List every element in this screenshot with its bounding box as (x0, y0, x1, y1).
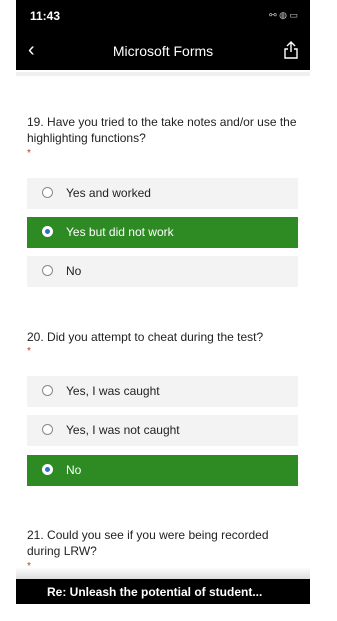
question-title: 19. Have you tried to the take notes and… (27, 114, 297, 146)
question-text: Did you attempt to cheat during the test… (47, 330, 264, 344)
question-title: 21. Could you see if you were being reco… (27, 527, 297, 559)
radio-button[interactable] (42, 385, 53, 396)
question-number: 21. (27, 528, 44, 542)
option-label: Yes, I was caught (66, 384, 160, 398)
option-label: No (66, 463, 82, 477)
required-marker: * (27, 346, 31, 357)
question-number: 19. (27, 115, 44, 129)
option-label: Yes and worked (66, 186, 151, 200)
app-title: Microsoft Forms (112, 43, 214, 59)
question-number: 20. (27, 330, 44, 344)
header-divider (16, 72, 310, 76)
option-no[interactable]: No (27, 256, 298, 287)
option-yes-and-worked[interactable]: Yes and worked (27, 178, 298, 209)
question-title: 20. Did you attempt to cheat during the … (27, 329, 297, 345)
notification-text: Re: Unleash the potential of student... (47, 585, 263, 599)
app-bar: ‹ Microsoft Forms (16, 32, 310, 70)
option-no[interactable]: No (27, 455, 298, 486)
radio-button[interactable] (42, 265, 53, 276)
status-bar: 11:43 ⚯ ◍ ▭ (16, 0, 310, 32)
status-indicators: ⚯ ◍ ▭ (269, 10, 298, 20)
option-yes-i-was-caught[interactable]: Yes, I was caught (27, 376, 298, 407)
option-label: Yes, I was not caught (66, 423, 180, 437)
radio-button[interactable] (42, 464, 53, 475)
radio-button[interactable] (42, 226, 53, 237)
radio-button[interactable] (42, 424, 53, 435)
radio-button[interactable] (42, 187, 53, 198)
option-label: Yes but did not work (66, 225, 174, 239)
option-yes-i-was-not-caught[interactable]: Yes, I was not caught (27, 415, 298, 446)
question-text: Could you see if you were being recorded… (27, 528, 269, 558)
required-marker: * (27, 148, 31, 159)
bottom-shade (16, 567, 310, 579)
question-text: Have you tried to the take notes and/or … (27, 115, 297, 145)
option-label: No (66, 264, 82, 278)
option-yes-but-did-not-work[interactable]: Yes but did not work (27, 217, 298, 248)
status-time: 11:43 (30, 9, 61, 23)
share-icon[interactable] (284, 41, 298, 64)
phone-screen: 11:43 ⚯ ◍ ▭ ‹ Microsoft Forms 19. Have y… (16, 0, 310, 604)
notification-bar[interactable]: Re: Unleash the potential of student... (16, 579, 310, 604)
